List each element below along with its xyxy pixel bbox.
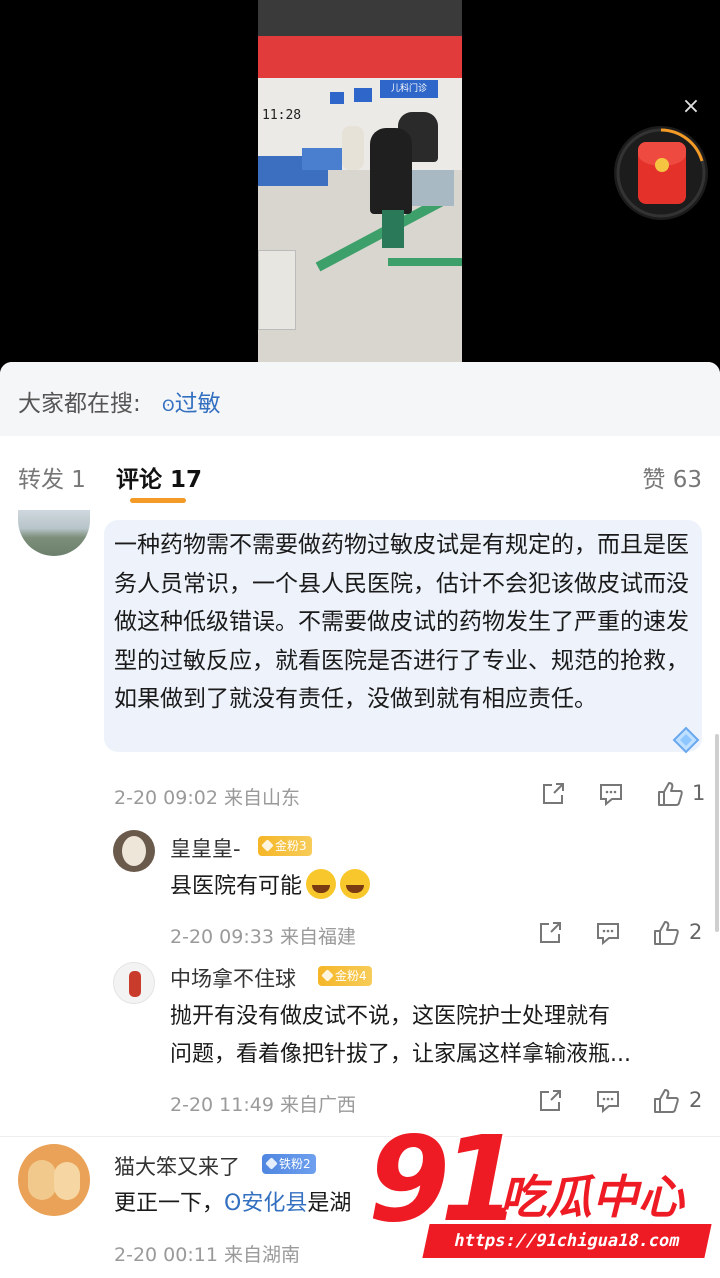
avatar[interactable] xyxy=(18,1144,90,1216)
comment-divider xyxy=(0,1136,720,1137)
video-person-legs xyxy=(382,210,404,248)
search-suggestion-link[interactable]: ʘ过敏 xyxy=(162,384,221,418)
tab-active-indicator xyxy=(130,498,186,503)
fan-badge-label: 铁粉2 xyxy=(279,1157,311,1171)
like-icon[interactable] xyxy=(656,780,684,808)
comment-text-suffix: 是湖 xyxy=(307,1191,352,1216)
video-red-banner xyxy=(258,36,462,78)
fan-badge: 铁粉2 xyxy=(262,1154,316,1174)
share-icon[interactable] xyxy=(540,781,566,809)
video-top-strip xyxy=(258,0,462,36)
inline-search-link[interactable]: ʘ安化县 xyxy=(224,1191,307,1216)
reply-text: 县医院有可能 xyxy=(170,868,371,905)
reply-meta: 2-20 11:49 来自广西 xyxy=(170,1094,356,1116)
avatar[interactable] xyxy=(113,962,155,1004)
video-person-child xyxy=(342,126,364,170)
red-packet-icon[interactable] xyxy=(638,142,686,204)
tab-bar: 转发 1 评论 17 赞 63 xyxy=(0,436,720,510)
comment-text: 一种药物需不需要做药物过敏皮试是有规定的，而且是医务人员常识，一个县人民医院，估… xyxy=(114,532,689,712)
video-seats-2 xyxy=(302,148,342,170)
avatar[interactable] xyxy=(18,510,90,556)
avatar-figure xyxy=(129,971,141,997)
laugh-cry-emoji-icon xyxy=(306,869,337,899)
share-icon[interactable] xyxy=(537,920,563,948)
avatar[interactable] xyxy=(113,830,155,872)
search-suggestion-bar: 大家都在搜: ʘ过敏 xyxy=(0,362,720,436)
search-suggestion-label: 大家都在搜: xyxy=(18,391,141,417)
badge-icon xyxy=(261,839,274,852)
reply-icon[interactable] xyxy=(598,781,624,809)
reply-text-line: 问题，看着像把针拔了，让家属这样拿输液瓶... xyxy=(170,1042,631,1067)
laugh-cry-emoji-icon xyxy=(340,869,371,899)
reply-username[interactable]: 中场拿不住球 xyxy=(170,963,296,993)
video-sign-small-2 xyxy=(330,92,344,104)
scrollbar[interactable] xyxy=(715,734,719,932)
video-desk xyxy=(408,170,454,206)
comments-sheet: 大家都在搜: ʘ过敏 转发 1 评论 17 赞 63 一种药物需不需要做药物过敏… xyxy=(0,362,720,1278)
avatar-face xyxy=(122,836,146,866)
search-icon: ʘ xyxy=(162,396,175,415)
comment-text-prefix: 更正一下， xyxy=(114,1191,225,1216)
avatar-cat xyxy=(54,1162,80,1200)
red-packet-coin xyxy=(655,158,669,172)
comment-text: 更正一下，ʘ安化县是湖 xyxy=(114,1185,351,1222)
video-counter xyxy=(258,250,296,330)
like-icon[interactable] xyxy=(652,1087,680,1115)
close-icon[interactable]: × xyxy=(680,96,702,118)
video-person-standing xyxy=(370,128,412,214)
like-count: 1 xyxy=(692,781,706,805)
video-sign-small xyxy=(354,88,372,102)
diamond-icon xyxy=(672,726,700,754)
reply-icon[interactable] xyxy=(595,1088,621,1116)
tab-likes[interactable]: 赞 63 xyxy=(642,460,702,494)
search-suggestion-text[interactable]: 过敏 xyxy=(175,391,221,417)
comment-username[interactable]: 猫大笨又来了 xyxy=(114,1151,240,1181)
like-count: 2 xyxy=(689,1088,703,1112)
reply-username[interactable]: 皇皇皇- xyxy=(170,833,241,863)
tab-repost[interactable]: 转发 1 xyxy=(18,460,86,494)
comment-meta: 2-20 00:11 来自湖南 xyxy=(114,1244,300,1266)
comment-meta: 2-20 09:02 来自山东 xyxy=(114,787,300,809)
badge-icon xyxy=(321,969,334,982)
badge-icon xyxy=(265,1157,278,1170)
like-count: 2 xyxy=(689,920,703,944)
reply-meta: 2-20 09:33 来自福建 xyxy=(170,926,356,948)
video-frame[interactable]: 11:28 儿科门诊 xyxy=(258,0,462,362)
video-timestamp: 11:28 xyxy=(262,108,302,123)
fan-badge-label: 金粉3 xyxy=(275,839,307,853)
video-floor-stripe-2 xyxy=(388,258,462,266)
reply-icon[interactable] xyxy=(595,920,621,948)
reply-text-content: 县医院有可能 xyxy=(170,874,303,899)
share-icon[interactable] xyxy=(537,1088,563,1116)
reply-text-line: 抛开有没有做皮试不说，这医院护士处理就有 xyxy=(170,1004,611,1029)
fan-badge-label: 金粉4 xyxy=(335,969,367,983)
tab-comments[interactable]: 评论 17 xyxy=(116,460,202,494)
avatar-cat xyxy=(28,1160,56,1200)
inline-search-text[interactable]: 安化县 xyxy=(241,1191,307,1216)
watermark-url: https://91chigua18.com xyxy=(422,1224,712,1258)
like-icon[interactable] xyxy=(652,919,680,947)
video-player[interactable]: 11:28 儿科门诊 × xyxy=(0,0,720,362)
fan-badge: 金粉4 xyxy=(318,966,372,986)
fan-badge: 金粉3 xyxy=(258,836,312,856)
watermark-brand: 吃瓜中心 xyxy=(500,1170,684,1224)
video-sign: 儿科门诊 xyxy=(380,80,438,98)
